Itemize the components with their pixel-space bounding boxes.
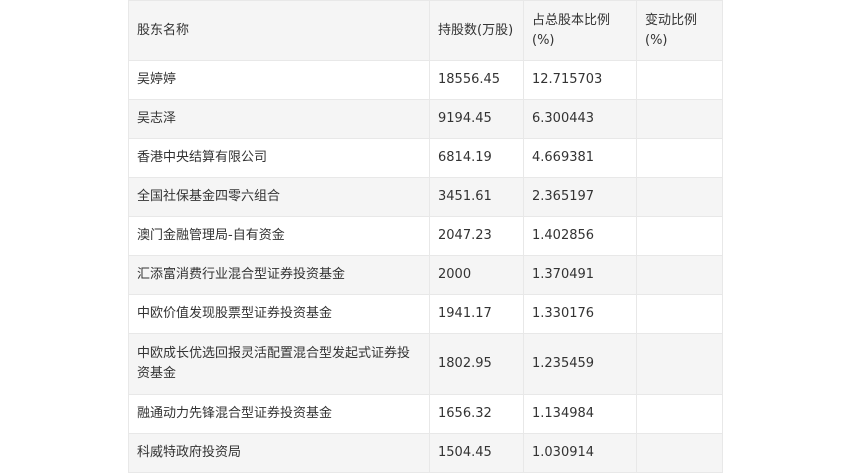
cell-change: [636, 99, 723, 139]
cell-name: 澳门金融管理局-自有资金: [128, 216, 430, 256]
cell-shares: 1656.32: [429, 394, 524, 434]
header-change: 变动比例(%): [636, 0, 723, 61]
table-row: 汇添富消费行业混合型证券投资基金 2000 1.370491: [128, 255, 723, 295]
table-row: 澳门金融管理局-自有资金 2047.23 1.402856: [128, 216, 723, 256]
cell-change: [636, 255, 723, 295]
table-row: 中欧价值发现股票型证券投资基金 1941.17 1.330176: [128, 294, 723, 334]
cell-shares: 1941.17: [429, 294, 524, 334]
cell-shares: 9194.45: [429, 99, 524, 139]
cell-name: 吴志泽: [128, 99, 430, 139]
header-ratio: 占总股本比例(%): [523, 0, 637, 61]
cell-name: 全国社保基金四零六组合: [128, 177, 430, 217]
cell-ratio: 2.365197: [523, 177, 637, 217]
table-row: 全国社保基金四零六组合 3451.61 2.365197: [128, 177, 723, 217]
table-row: 科威特政府投资局 1504.45 1.030914: [128, 433, 723, 473]
cell-change: [636, 294, 723, 334]
cell-name: 中欧价值发现股票型证券投资基金: [128, 294, 430, 334]
cell-name: 融通动力先锋混合型证券投资基金: [128, 394, 430, 434]
cell-change: [636, 60, 723, 100]
header-shares: 持股数(万股): [429, 0, 524, 61]
cell-name: 汇添富消费行业混合型证券投资基金: [128, 255, 430, 295]
cell-ratio: 1.370491: [523, 255, 637, 295]
cell-ratio: 1.402856: [523, 216, 637, 256]
cell-ratio: 4.669381: [523, 138, 637, 178]
shareholders-table-container: 股东名称 持股数(万股) 占总股本比例(%) 变动比例(%) 吴婷婷 18556…: [128, 0, 723, 473]
header-row: 股东名称 持股数(万股) 占总股本比例(%) 变动比例(%): [128, 0, 723, 61]
cell-change: [636, 138, 723, 178]
table-row: 香港中央结算有限公司 6814.19 4.669381: [128, 138, 723, 178]
cell-ratio: 1.134984: [523, 394, 637, 434]
header-shareholder-name: 股东名称: [128, 0, 430, 61]
cell-shares: 2000: [429, 255, 524, 295]
cell-shares: 1802.95: [429, 333, 524, 395]
cell-change: [636, 433, 723, 473]
cell-name: 科威特政府投资局: [128, 433, 430, 473]
cell-shares: 1504.45: [429, 433, 524, 473]
table-row: 吴婷婷 18556.45 12.715703: [128, 60, 723, 100]
cell-ratio: 1.030914: [523, 433, 637, 473]
cell-shares: 6814.19: [429, 138, 524, 178]
table-row: 融通动力先锋混合型证券投资基金 1656.32 1.134984: [128, 394, 723, 434]
table-row: 吴志泽 9194.45 6.300443: [128, 99, 723, 139]
cell-change: [636, 216, 723, 256]
cell-ratio: 1.330176: [523, 294, 637, 334]
cell-shares: 3451.61: [429, 177, 524, 217]
table-header: 股东名称 持股数(万股) 占总股本比例(%) 变动比例(%): [128, 0, 723, 61]
cell-ratio: 12.715703: [523, 60, 637, 100]
cell-name: 吴婷婷: [128, 60, 430, 100]
cell-ratio: 1.235459: [523, 333, 637, 395]
cell-change: [636, 333, 723, 395]
shareholders-table: 股东名称 持股数(万股) 占总股本比例(%) 变动比例(%) 吴婷婷 18556…: [128, 0, 723, 473]
cell-change: [636, 394, 723, 434]
cell-name: 中欧成长优选回报灵活配置混合型发起式证券投资基金: [128, 333, 430, 395]
cell-change: [636, 177, 723, 217]
cell-shares: 18556.45: [429, 60, 524, 100]
cell-shares: 2047.23: [429, 216, 524, 256]
cell-ratio: 6.300443: [523, 99, 637, 139]
cell-name: 香港中央结算有限公司: [128, 138, 430, 178]
table-body: 吴婷婷 18556.45 12.715703 吴志泽 9194.45 6.300…: [128, 60, 723, 473]
table-row: 中欧成长优选回报灵活配置混合型发起式证券投资基金 1802.95 1.23545…: [128, 333, 723, 395]
